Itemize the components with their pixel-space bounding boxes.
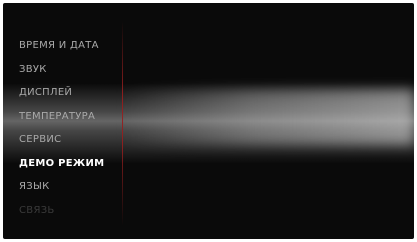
background-light-streak (121, 89, 414, 145)
menu-item-service[interactable]: СЕРВИС (19, 131, 104, 155)
settings-menu: ВРЕМЯ И ДАТА ЗВУК ДИСПЛЕЙ ТЕМПЕРАТУРА СЕ… (19, 37, 104, 225)
menu-item-connection[interactable]: СВЯЗЬ (19, 202, 104, 226)
menu-item-sound[interactable]: ЗВУК (19, 61, 104, 85)
menu-item-language[interactable]: ЯЗЫК (19, 178, 104, 202)
menu-item-display[interactable]: ДИСПЛЕЙ (19, 84, 104, 108)
menu-item-time-date[interactable]: ВРЕМЯ И ДАТА (19, 37, 104, 61)
menu-item-temperature[interactable]: ТЕМПЕРАТУРА (19, 108, 104, 132)
menu-divider (122, 21, 123, 226)
menu-item-demo-mode[interactable]: ДЕМО РЕЖИМ (19, 155, 104, 179)
settings-screen: ВРЕМЯ И ДАТА ЗВУК ДИСПЛЕЙ ТЕМПЕРАТУРА СЕ… (3, 3, 414, 239)
